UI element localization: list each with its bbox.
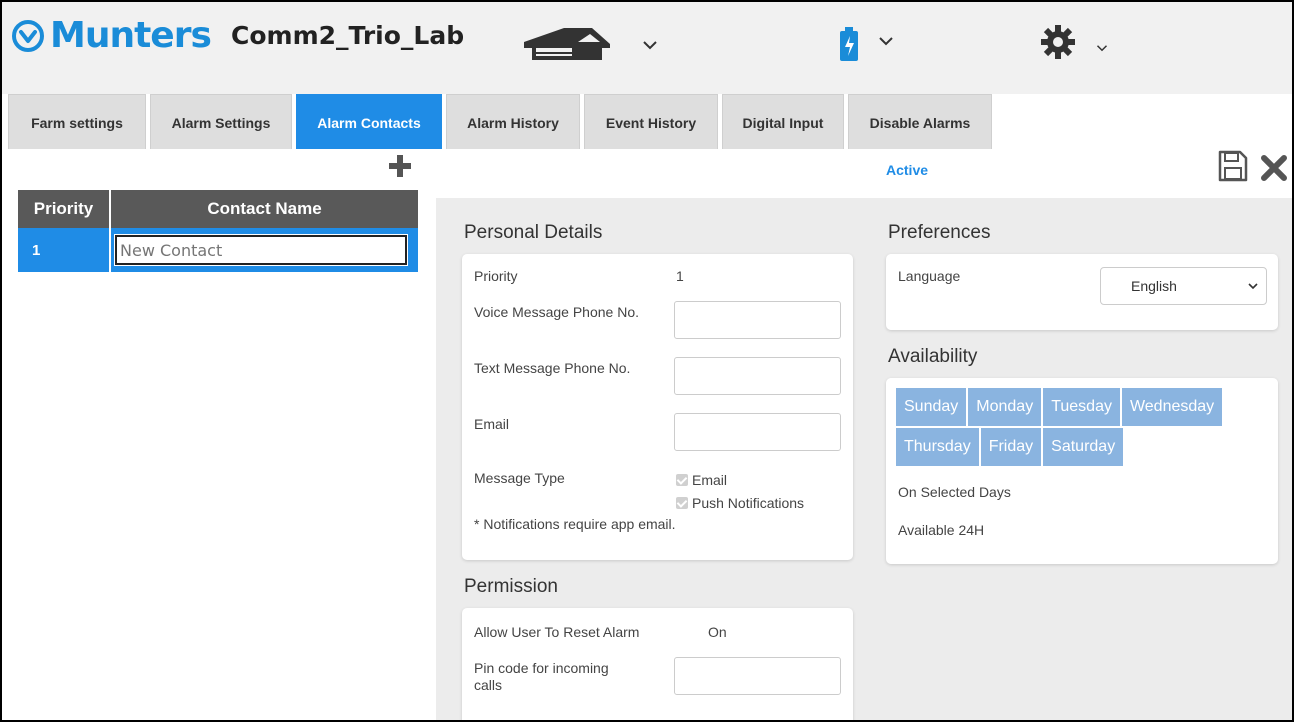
- voice-phone-field[interactable]: [674, 301, 841, 339]
- battery-icon[interactable]: [838, 26, 860, 62]
- settings-chevron-down-icon[interactable]: [1096, 44, 1108, 52]
- tab-event-history[interactable]: Event History: [584, 94, 718, 149]
- voice-phone-label: Voice Message Phone No.: [474, 304, 639, 320]
- site-name: Comm2_Trio_Lab: [231, 21, 465, 50]
- tab-disable-alarms[interactable]: Disable Alarms: [848, 94, 992, 149]
- email-field[interactable]: [674, 413, 841, 451]
- contact-name-column-header[interactable]: Contact Name: [110, 190, 418, 228]
- tab-alarm-contacts[interactable]: Alarm Contacts: [296, 94, 442, 149]
- tab-farm-settings[interactable]: Farm settings: [8, 94, 146, 149]
- day-monday[interactable]: Monday: [968, 388, 1042, 426]
- checkbox-checked-icon[interactable]: [676, 497, 688, 509]
- text-phone-field[interactable]: [674, 357, 841, 395]
- reset-alarm-value[interactable]: On: [708, 624, 727, 640]
- save-icon[interactable]: [1218, 150, 1248, 182]
- availability-mode[interactable]: On Selected Days: [898, 484, 1011, 501]
- battery-chevron-down-icon[interactable]: [878, 36, 894, 46]
- day-selector: Sunday Monday Tuesday Wednesday Thursday…: [896, 388, 1266, 466]
- day-saturday[interactable]: Saturday: [1043, 428, 1124, 466]
- contact-name-cell[interactable]: [110, 228, 418, 272]
- priority-value: 1: [676, 268, 684, 284]
- personal-details-card: Priority 1 Voice Message Phone No. Text …: [462, 254, 853, 560]
- contact-name-input[interactable]: [114, 234, 408, 266]
- table-row[interactable]: 1: [18, 228, 418, 272]
- day-sunday[interactable]: Sunday: [896, 388, 967, 426]
- availability-hours[interactable]: Available 24H: [898, 522, 984, 539]
- message-type-push-label: Push Notifications: [692, 495, 805, 511]
- availability-card: Sunday Monday Tuesday Wednesday Thursday…: [886, 378, 1278, 564]
- day-wednesday[interactable]: Wednesday: [1121, 388, 1223, 426]
- house-icon[interactable]: [522, 26, 614, 62]
- day-tuesday[interactable]: Tuesday: [1043, 388, 1120, 426]
- priority-column-header[interactable]: Priority: [18, 190, 111, 228]
- house-chevron-down-icon[interactable]: [642, 40, 658, 50]
- preferences-card: Language English: [886, 254, 1278, 330]
- language-label: Language: [898, 268, 961, 284]
- language-select[interactable]: English: [1100, 267, 1267, 305]
- language-select-value: English: [1131, 278, 1177, 294]
- tab-digital-input[interactable]: Digital Input: [722, 94, 844, 149]
- app-header: Munters Comm2_Trio_Lab: [2, 2, 1292, 94]
- day-friday[interactable]: Friday: [980, 428, 1042, 466]
- brand-name: Munters: [50, 15, 212, 56]
- reset-alarm-label: Allow User To Reset Alarm: [474, 624, 640, 640]
- day-thursday[interactable]: Thursday: [896, 428, 979, 466]
- message-type-label: Message Type: [474, 470, 565, 486]
- tab-bar: Farm settings Alarm Settings Alarm Conta…: [8, 94, 992, 149]
- message-type-email-checkbox[interactable]: Email: [676, 472, 727, 488]
- notifications-note: * Notifications require app email.: [474, 516, 676, 532]
- chevron-down-icon: [1248, 283, 1258, 290]
- app-frame: Munters Comm2_Trio_Lab Farm settings Ala…: [0, 0, 1294, 722]
- email-label: Email: [474, 416, 510, 432]
- contacts-table: Priority Contact Name 1: [18, 190, 418, 272]
- munters-logo: Munters: [12, 15, 212, 56]
- availability-title: Availability: [888, 346, 978, 367]
- preferences-title: Preferences: [888, 222, 991, 243]
- text-phone-label: Text Message Phone No.: [474, 360, 631, 376]
- contact-details-area: Personal Details Priority 1 Voice Messag…: [436, 198, 1292, 720]
- contact-status-label[interactable]: Active: [886, 162, 928, 178]
- permission-card: Allow User To Reset Alarm On Pin code fo…: [462, 608, 853, 720]
- contact-priority-cell[interactable]: 1: [18, 228, 111, 272]
- personal-details-title: Personal Details: [464, 222, 603, 243]
- checkbox-checked-icon[interactable]: [676, 474, 688, 486]
- munters-logo-icon: [12, 20, 44, 52]
- priority-label: Priority: [474, 268, 518, 284]
- permission-title: Permission: [464, 576, 558, 597]
- tab-alarm-settings[interactable]: Alarm Settings: [150, 94, 292, 149]
- message-type-email-label: Email: [692, 472, 728, 488]
- gear-icon[interactable]: [1040, 24, 1076, 60]
- add-contact-button[interactable]: [388, 154, 412, 178]
- message-type-push-checkbox[interactable]: Push Notifications: [676, 495, 804, 511]
- pin-code-label: Pin code for incoming calls: [474, 660, 609, 693]
- close-icon[interactable]: [1260, 154, 1288, 182]
- pin-code-field[interactable]: [674, 657, 841, 695]
- tab-alarm-history[interactable]: Alarm History: [446, 94, 580, 149]
